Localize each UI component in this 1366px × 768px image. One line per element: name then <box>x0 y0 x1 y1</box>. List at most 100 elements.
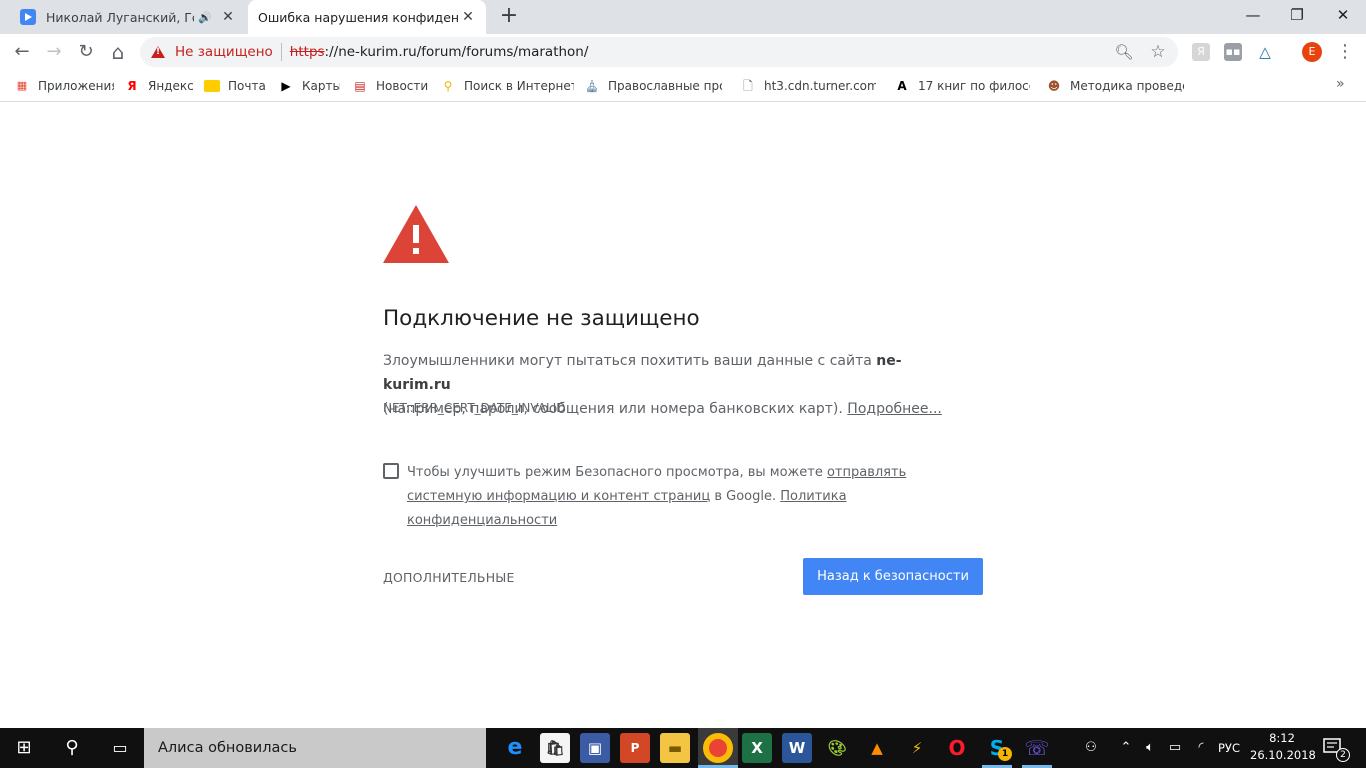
powerpoint-icon[interactable]: P <box>620 733 650 763</box>
bookmark-orthodox[interactable]: ⛪︎ Православные прос <box>584 76 722 96</box>
lightning-app-icon[interactable]: ⚡︎ <box>902 733 932 763</box>
excel-icon[interactable]: X <box>742 733 772 763</box>
bookmark-label: Приложения <box>38 79 114 93</box>
bookmark-label: Яндекс <box>148 79 194 93</box>
bookmark-methodology[interactable]: ☻ Методика проведен <box>1046 76 1184 96</box>
file-explorer-icon[interactable]: ▬ <box>660 733 690 763</box>
optin-text: Чтобы улучшить режим Безопасного просмот… <box>407 465 827 480</box>
a-letter-icon: A <box>897 79 907 93</box>
windows-start-icon[interactable]: ⊞ <box>0 728 48 768</box>
safe-browsing-optin: Чтобы улучшить режим Безопасного просмот… <box>383 461 943 533</box>
tab-close-icon[interactable]: ✕ <box>460 9 476 25</box>
bookmark-mail[interactable]: Почта <box>204 76 268 96</box>
zoom-search-icon[interactable]: 🔍︎ <box>1114 42 1134 62</box>
not-secure-warning-icon[interactable] <box>151 46 165 58</box>
security-status[interactable]: Не защищено <box>175 44 273 60</box>
opera-icon[interactable]: O <box>942 733 972 763</box>
volume-icon[interactable]: 🔈︎ <box>1140 728 1160 768</box>
apps-grid-icon: ▦ <box>16 79 28 92</box>
new-tab-button[interactable]: + <box>498 5 520 28</box>
search-icon[interactable]: ⚲ <box>48 728 96 768</box>
clock-date: 26.10.2018 <box>1250 748 1316 762</box>
bookmarks-bar: ▦ Приложения Я Яндекс Почта ▶ Карты ▤ Но… <box>0 70 1366 102</box>
extension-icon[interactable]: ▪▪ <box>1224 43 1242 61</box>
bookmark-yandex[interactable]: Я Яндекс <box>126 76 194 96</box>
taskbar: ⊞ ⚲ ▭ Алиса обновилась e 🛍︎ ▣ P ▬ X W 🎨︎… <box>0 728 1366 768</box>
word-icon[interactable]: W <box>782 733 812 763</box>
optin-checkbox[interactable] <box>383 463 399 479</box>
tab-luganski[interactable]: Николай Луганский, Госуда 🔊 ✕ <box>10 0 246 34</box>
yandex-icon: Я <box>127 79 137 93</box>
omnibox-divider <box>280 43 282 61</box>
error-code: NET::ERR_CERT_DATE_INVALID <box>383 401 566 415</box>
tab-close-icon[interactable]: ✕ <box>220 9 236 25</box>
bookmark-label: Методика проведен <box>1070 79 1184 93</box>
vlc-icon[interactable]: ▲ <box>862 733 892 763</box>
church-icon: ⛪︎ <box>584 79 600 93</box>
speaker-icon[interactable]: 🔊 <box>198 11 212 24</box>
bookmark-star-icon[interactable]: ☆ <box>1148 42 1168 62</box>
reload-button[interactable]: ↻ <box>74 40 98 64</box>
home-button[interactable]: ⌂ <box>106 40 130 64</box>
language-indicator[interactable]: РУС <box>1214 728 1244 768</box>
search-web-icon: ⚲ <box>443 79 453 93</box>
taskbar-search-input[interactable]: Алиса обновилась <box>144 728 486 768</box>
bookmark-web-search[interactable]: ⚲ Поиск в Интернете <box>440 76 574 96</box>
url-text: ://ne-kurim.ru/forum/forums/marathon/ <box>324 44 589 60</box>
toolbar: ← → ↻ ⌂ Не защищено https://ne-kurim.ru/… <box>0 34 1366 70</box>
tab-privacy-error[interactable]: Ошибка нарушения конфиденциальности ✕ <box>248 0 486 34</box>
clock[interactable]: 8:12 26.10.2018 <box>1250 730 1316 766</box>
avatar-icon: ☻ <box>1047 79 1061 93</box>
close-window-button[interactable]: ✕ <box>1320 0 1366 30</box>
video-favicon-icon <box>20 9 36 25</box>
bookmark-books[interactable]: A 17 книг по философ <box>894 76 1030 96</box>
battery-icon[interactable]: ▭ <box>1164 728 1186 768</box>
tray-chevron-icon[interactable]: ⌃ <box>1116 728 1136 768</box>
bookmark-maps[interactable]: ▶ Карты <box>278 76 340 96</box>
profile-avatar[interactable]: E <box>1302 42 1322 62</box>
mail-icon <box>204 80 220 92</box>
more-bookmarks-chevron-icon[interactable]: » <box>1336 76 1345 92</box>
bookmark-label: Карты <box>302 79 340 93</box>
learn-more-link[interactable]: Подробнее... <box>847 401 942 417</box>
minimize-button[interactable]: — <box>1230 0 1276 30</box>
back-to-safety-button[interactable]: Назад к безопасности <box>803 558 983 595</box>
address-bar[interactable]: Не защищено https://ne-kurim.ru/forum/fo… <box>140 37 1178 67</box>
tab-strip: Николай Луганский, Госуда 🔊 ✕ Ошибка нар… <box>0 0 1366 34</box>
bookmark-apps[interactable]: ▦ Приложения <box>14 76 114 96</box>
bookmark-label: 17 книг по философ <box>918 79 1030 93</box>
paint-icon[interactable]: 🎨︎ <box>822 733 852 763</box>
clock-time: 8:12 <box>1269 731 1295 745</box>
warning-triangle-icon <box>383 205 449 263</box>
bookmark-turner[interactable]: 🗋︎ ht3.cdn.turner.com/n <box>740 76 876 96</box>
yandex-extension-icon[interactable]: Я <box>1192 43 1210 61</box>
bookmark-news[interactable]: ▤ Новости <box>352 76 428 96</box>
alice-extension-icon[interactable]: △ <box>1256 43 1274 61</box>
people-icon[interactable]: ⚇ <box>1078 728 1104 768</box>
back-button[interactable]: ← <box>10 40 34 64</box>
bookmark-label: ht3.cdn.turner.com/n <box>764 79 876 93</box>
network-icon[interactable]: ◜ <box>1190 728 1212 768</box>
skype-badge: 1 <box>998 747 1012 761</box>
viber-icon[interactable]: ☏ <box>1022 733 1052 763</box>
chrome-icon[interactable] <box>703 733 733 763</box>
task-view-icon[interactable]: ▭ <box>96 728 144 768</box>
restore-button[interactable]: ❐ <box>1274 0 1320 30</box>
notification-count-badge: 2 <box>1336 748 1350 762</box>
edge-icon[interactable]: e <box>500 733 530 763</box>
url-scheme: https <box>289 44 325 60</box>
advanced-button[interactable]: ДОПОЛНИТЕЛЬНЫЕ <box>383 570 515 585</box>
menu-kebab-icon[interactable]: ⋮ <box>1336 41 1354 63</box>
bookmark-label: Поиск в Интернете <box>464 79 574 93</box>
save-disk-icon[interactable]: ▣ <box>580 733 610 763</box>
page-title: Подключение не защищено <box>383 306 700 331</box>
forward-button[interactable]: → <box>42 40 66 64</box>
page-icon: 🗋︎ <box>743 79 753 93</box>
bookmark-label: Новости <box>376 79 428 93</box>
optin-text: в Google. <box>710 489 781 504</box>
description-text: Злоумышленники могут пытаться похитить в… <box>383 353 877 369</box>
tab-title: Николай Луганский, Госуда <box>46 9 194 25</box>
bookmark-label: Почта <box>228 79 266 93</box>
interstitial-page: Подключение не защищено Злоумышленники м… <box>0 102 1366 728</box>
store-icon[interactable]: 🛍︎ <box>540 733 570 763</box>
